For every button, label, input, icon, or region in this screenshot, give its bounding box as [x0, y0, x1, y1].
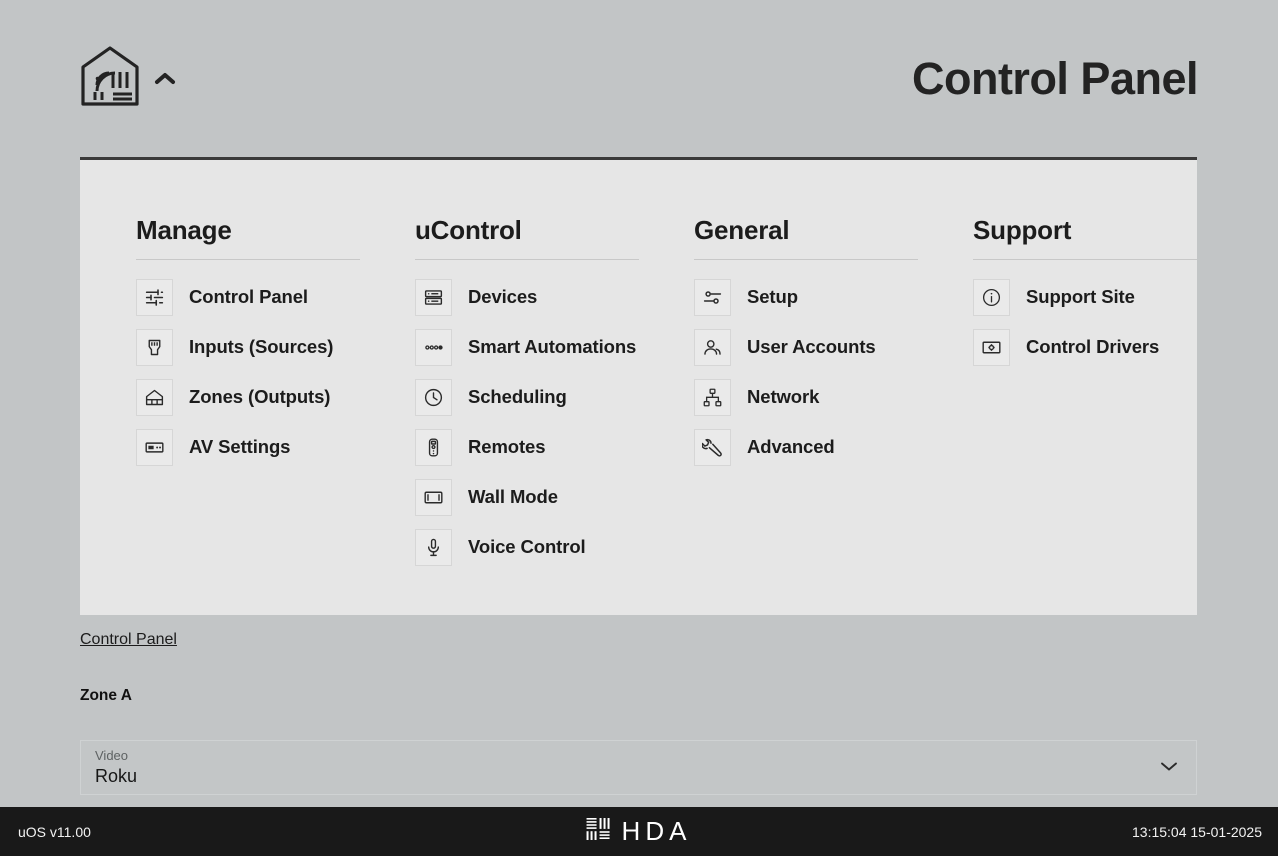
page-title: Control Panel — [911, 53, 1199, 104]
clock-icon — [415, 378, 452, 416]
os-version: uOS v11.00 — [18, 823, 91, 840]
menu-column-general: General Setup User Accounts Network Adva… — [694, 215, 918, 572]
column-divider — [415, 259, 639, 260]
remote-control-icon — [415, 428, 452, 466]
menu-item-label: Advanced — [747, 436, 835, 457]
menu-item-advanced[interactable]: Advanced — [694, 422, 918, 472]
column-title: General — [694, 215, 790, 245]
video-source-select[interactable]: Video Roku — [80, 740, 1197, 795]
menu-item-label: Remotes — [468, 436, 546, 457]
house-zone-icon — [136, 378, 173, 416]
menu-item-label: Network — [747, 386, 820, 407]
menu-item-remotes[interactable]: Remotes — [415, 422, 639, 472]
menu-item-label: User Accounts — [747, 336, 876, 357]
menu-item-label: Voice Control — [468, 536, 586, 557]
menu-item-label: Zones (Outputs) — [189, 386, 331, 407]
menu-columns: Manage Control Panel Inputs (Sources) Zo… — [80, 160, 1197, 572]
hdmi-connector-icon — [136, 328, 173, 366]
info-circle-icon — [973, 278, 1010, 316]
menu-item-inputs-sources[interactable]: Inputs (Sources) — [136, 322, 360, 372]
hda-bars-logo — [586, 818, 611, 845]
select-text-group: Video Roku — [81, 747, 137, 789]
wall-display-icon — [415, 478, 452, 516]
clock-datetime: 13:15:04 15-01-2025 — [1132, 823, 1262, 840]
select-caption: Video — [95, 747, 129, 763]
zone-title: Zone A — [80, 687, 132, 704]
menu-item-scheduling[interactable]: Scheduling — [415, 372, 639, 422]
menu-item-setup[interactable]: Setup — [694, 272, 918, 322]
chevron-down-icon[interactable] — [1160, 759, 1178, 777]
menu-column-manage: Manage Control Panel Inputs (Sources) Zo… — [136, 215, 360, 572]
home-network-logo — [80, 45, 140, 112]
column-divider — [973, 259, 1197, 260]
brand-name: HDA — [621, 816, 692, 846]
menu-item-label: Scheduling — [468, 386, 567, 407]
main-menu-panel: Manage Control Panel Inputs (Sources) Zo… — [80, 157, 1197, 615]
menu-item-label: Smart Automations — [468, 336, 637, 357]
microphone-icon — [415, 528, 452, 566]
menu-item-label: Wall Mode — [468, 486, 558, 507]
server-rack-icon — [415, 278, 452, 316]
user-accounts-icon — [694, 328, 731, 366]
menu-item-wall-mode[interactable]: Wall Mode — [415, 472, 639, 522]
menu-item-network[interactable]: Network — [694, 372, 918, 422]
menu-item-label: Setup — [747, 286, 798, 307]
menu-item-label: Inputs (Sources) — [189, 336, 334, 357]
menu-item-control-drivers[interactable]: Control Drivers — [973, 322, 1197, 372]
menu-item-av-settings[interactable]: AV Settings — [136, 422, 360, 472]
chevron-up-icon[interactable] — [154, 72, 176, 91]
menu-item-smart-automations[interactable]: Smart Automations — [415, 322, 639, 372]
breadcrumb[interactable]: Control Panel — [80, 631, 177, 649]
wrench-icon — [694, 428, 731, 466]
driver-chip-icon — [973, 328, 1010, 366]
av-receiver-icon — [136, 428, 173, 466]
menu-column-support: Support Support Site Control Drivers — [973, 215, 1197, 572]
menu-item-voice-control[interactable]: Voice Control — [415, 522, 639, 572]
sliders-icon — [136, 278, 173, 316]
column-title: Support — [973, 215, 1072, 245]
menu-item-control-panel[interactable]: Control Panel — [136, 272, 360, 322]
menu-item-user-accounts[interactable]: User Accounts — [694, 322, 918, 372]
menu-item-label: Control Panel — [189, 286, 308, 307]
menu-column-ucontrol: uControl Devices Smart Automations Sched… — [415, 215, 639, 572]
status-bar: uOS v11.00 HDA 13:15:04 15-01-2025 — [0, 807, 1278, 856]
menu-item-zones-outputs[interactable]: Zones (Outputs) — [136, 372, 360, 422]
column-title: Manage — [136, 215, 232, 245]
column-divider — [136, 259, 360, 260]
network-topology-icon — [694, 378, 731, 416]
logo-area — [80, 45, 176, 112]
menu-item-label: Devices — [468, 286, 538, 307]
menu-item-label: Control Drivers — [1026, 336, 1160, 357]
select-value: Roku — [95, 766, 138, 787]
column-title: uControl — [415, 215, 522, 245]
page-header: Control Panel — [0, 0, 1278, 156]
brand-logo-area: HDA — [586, 816, 692, 847]
column-divider — [694, 259, 918, 260]
menu-item-devices[interactable]: Devices — [415, 272, 639, 322]
menu-item-support-site[interactable]: Support Site — [973, 272, 1197, 322]
settings-toggles-icon — [694, 278, 731, 316]
dots-sequence-icon — [415, 328, 452, 366]
menu-item-label: Support Site — [1026, 286, 1135, 307]
menu-item-label: AV Settings — [189, 436, 291, 457]
